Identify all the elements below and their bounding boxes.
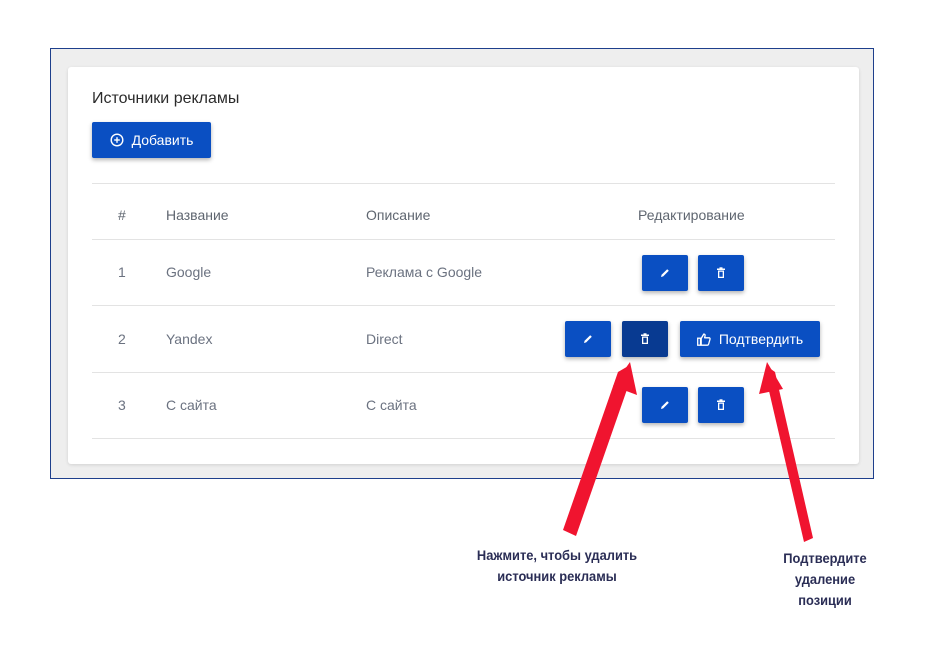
- confirm-hint-annotation: Подтвердите удаление позиции: [770, 548, 880, 611]
- arrow-icon: [563, 362, 637, 536]
- annotation-text: Нажмите, чтобы удалить: [476, 547, 638, 563]
- delete-hint-annotation: Нажмите, чтобы удалить источник рекламы: [470, 545, 645, 587]
- annotation-text: удаление: [794, 571, 856, 587]
- annotation-text: позиции: [798, 592, 852, 608]
- annotation-text: Подтвердите: [783, 550, 867, 566]
- arrow-icon: [759, 362, 813, 542]
- annotation-text: источник рекламы: [497, 568, 617, 584]
